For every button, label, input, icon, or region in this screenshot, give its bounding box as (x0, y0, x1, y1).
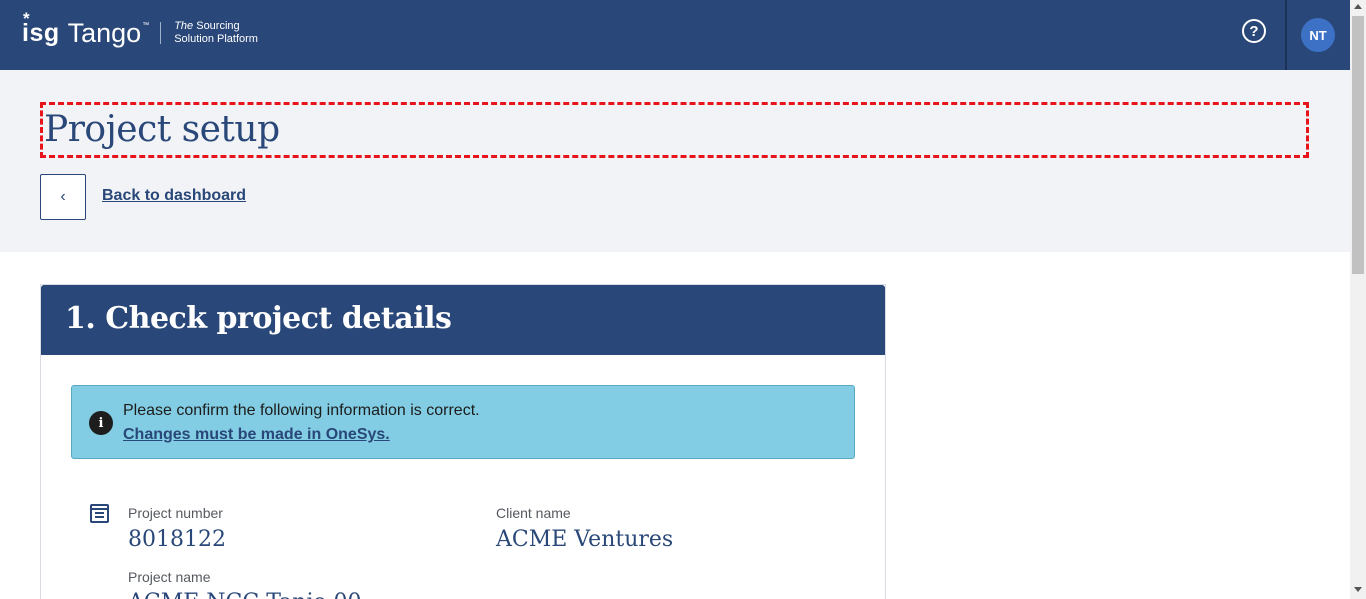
client-name-value: ACME Ventures (496, 527, 674, 552)
project-details-card: 1. Check project details i Please confir… (40, 284, 886, 599)
scroll-up-arrow-icon[interactable] (1354, 4, 1362, 9)
vertical-scrollbar[interactable] (1350, 0, 1366, 599)
info-alert: i Please confirm the following informati… (71, 385, 855, 459)
help-glyph: ? (1249, 22, 1259, 40)
project-number-label: Project number (128, 505, 223, 521)
logo-isg-text: * isg (22, 8, 60, 47)
tagline-the: The (174, 20, 194, 32)
page-title: Project setup (44, 109, 280, 150)
chevron-left-icon: ‹ (60, 188, 66, 205)
card-header: 1. Check project details (41, 285, 885, 355)
card-title: 1. Check project details (65, 301, 452, 336)
logo-trademark: ™ (142, 22, 150, 29)
document-icon (90, 504, 109, 523)
info-glyph: i (98, 415, 104, 431)
logo-star-icon: * (23, 8, 31, 28)
question-circle-icon[interactable]: ? (1242, 19, 1266, 43)
scroll-down-arrow-icon[interactable] (1354, 587, 1362, 592)
project-number-value: 8018122 (128, 527, 226, 552)
project-name-label: Project name (128, 569, 211, 585)
tagline-line2: Solution Platform (174, 33, 258, 45)
avatar-initials: NT (1309, 27, 1327, 43)
user-avatar[interactable]: NT (1301, 18, 1335, 52)
onesys-changes-link[interactable]: Changes must be made in OneSys. (123, 426, 390, 444)
logo-tagline: The Sourcing Solution Platform (174, 20, 258, 46)
logo-divider (160, 22, 162, 44)
alert-message: Please confirm the following information… (123, 402, 480, 419)
page-header (0, 70, 1350, 252)
back-to-dashboard-link[interactable]: Back to dashboard (102, 187, 246, 205)
isg-tango-logo[interactable]: * isg Tango ™ The Sourcing Solution Platf… (22, 8, 258, 58)
client-name-label: Client name (496, 505, 571, 521)
logo-tango-text: Tango (67, 17, 142, 48)
info-icon: i (89, 411, 113, 435)
top-navigation-bar: * isg Tango ™ The Sourcing Solution Platf… (0, 0, 1350, 70)
nav-divider (1285, 0, 1287, 70)
scrollbar-thumb[interactable] (1352, 16, 1364, 274)
tagline-sourcing: Sourcing (193, 20, 240, 32)
project-name-value: ACME NCC Tanjo 00 (128, 590, 362, 599)
back-button[interactable]: ‹ (40, 174, 86, 220)
